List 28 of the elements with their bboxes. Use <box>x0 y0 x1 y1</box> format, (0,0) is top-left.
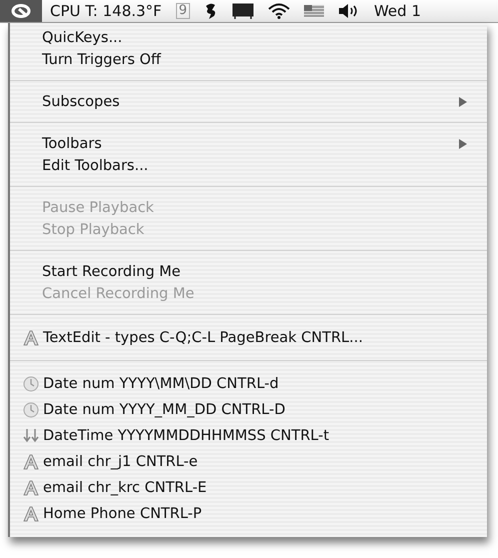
menu-item[interactable]: DateTime YYYYMMDDHHMMSS CNTRL-t <box>10 423 487 449</box>
menu-item[interactable]: Start Recording Me <box>10 261 487 283</box>
clock-icon <box>23 376 39 392</box>
menu-clock[interactable]: Wed 1 <box>374 2 421 20</box>
script-icon[interactable] <box>204 2 218 20</box>
display-icon[interactable] <box>232 3 254 19</box>
letter-a-icon <box>23 506 39 522</box>
menu-item[interactable]: Turn Triggers Off <box>10 49 487 71</box>
menu-item[interactable]: email chr_j1 CNTRL-e <box>10 449 487 475</box>
flag-icon[interactable] <box>304 5 324 17</box>
down-arrows-icon <box>23 428 39 444</box>
cpu-temperature[interactable]: CPU T: 148.3°F <box>50 2 162 20</box>
letter-a-icon <box>23 454 39 470</box>
menu-item[interactable]: email chr_krc CNTRL-E <box>10 475 487 501</box>
spaces-indicator[interactable]: 9 <box>176 3 190 19</box>
clock-icon <box>23 402 39 418</box>
menu-item[interactable]: TextEdit - types C-Q;C-L PageBreak CNTRL... <box>10 325 487 351</box>
menu-item[interactable]: Date num YYYY_MM_DD CNTRL-D <box>10 397 487 423</box>
menu-item[interactable]: Home Phone CNTRL-P <box>10 501 487 527</box>
menu-item[interactable]: QuicKeys... <box>10 27 487 49</box>
menu-item[interactable]: Toolbars <box>10 133 487 155</box>
letter-a-icon <box>23 330 39 346</box>
letter-a-icon <box>23 480 39 496</box>
app-menu-icon[interactable] <box>0 0 42 22</box>
menu-item[interactable]: Edit Toolbars... <box>10 155 487 177</box>
wifi-icon[interactable] <box>268 3 290 19</box>
menu-item[interactable]: Subscopes <box>10 91 487 113</box>
menu-item[interactable]: Date num YYYY\MM\DD CNTRL-d <box>10 371 487 397</box>
